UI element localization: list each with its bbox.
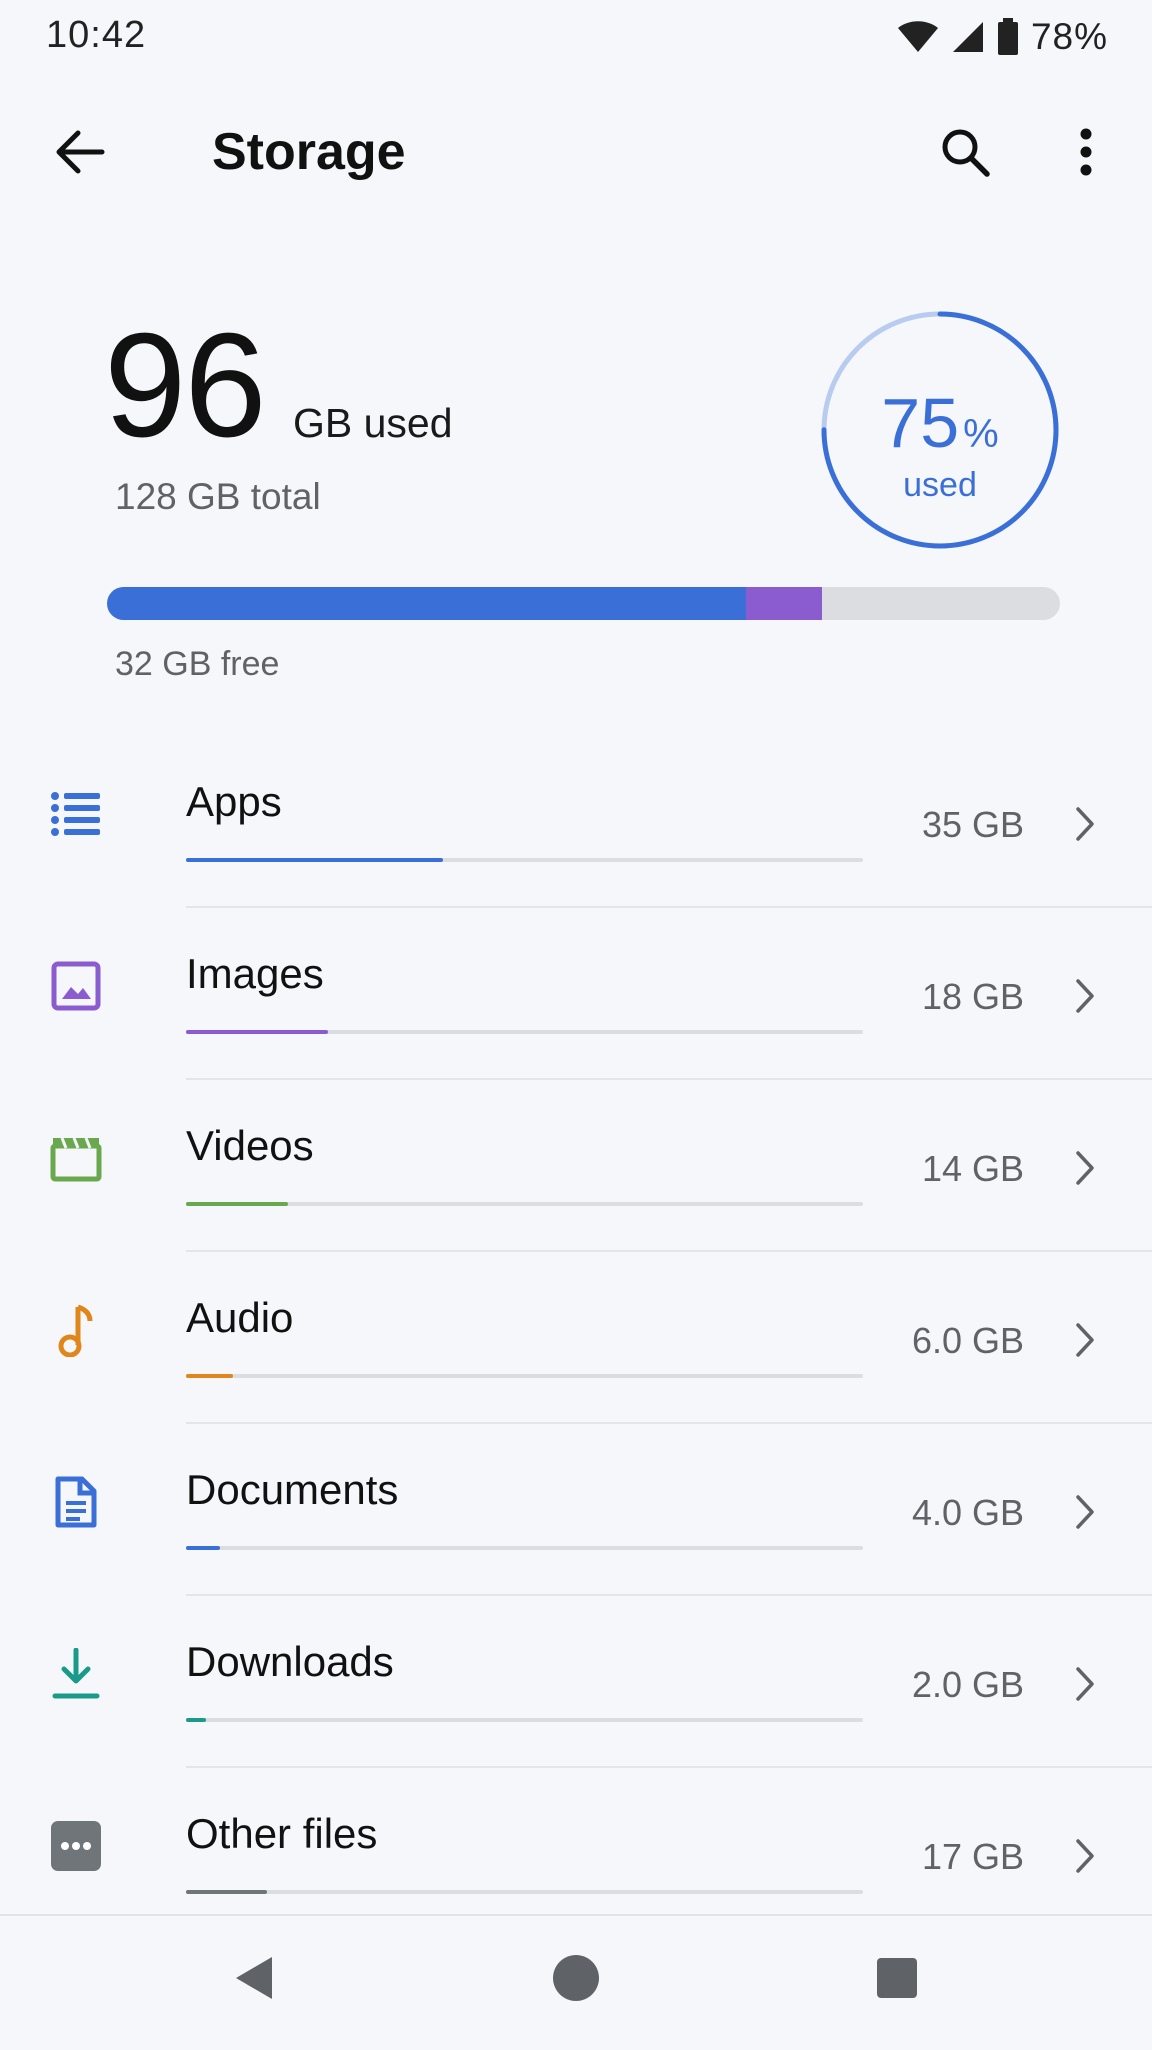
usage-percent-symbol: % <box>963 412 999 456</box>
back-button[interactable] <box>40 114 120 194</box>
status-bar: 10:42 78% <box>0 0 1152 72</box>
app-bar: Storage <box>0 100 1152 212</box>
search-icon <box>939 126 991 183</box>
more-options-button[interactable] <box>1046 114 1126 194</box>
category-label: Other files <box>186 1810 378 1857</box>
category-label: Videos <box>186 1122 314 1169</box>
category-row[interactable]: Apps 35 GB <box>0 736 1152 908</box>
category-label: Images <box>186 950 324 997</box>
category-usage-fill <box>186 1890 268 1894</box>
system-nav-bar <box>0 1914 1152 2050</box>
category-size: 35 GB <box>921 804 1024 845</box>
category-row[interactable]: Documents 4.0 GB <box>0 1424 1152 1596</box>
image-icon <box>48 958 104 1014</box>
category-label: Audio <box>186 1294 294 1341</box>
usage-percent-label: used <box>903 466 977 504</box>
usage-percent: 75% <box>818 383 1062 463</box>
category-row[interactable]: Audio 6.0 GB <box>0 1252 1152 1424</box>
category-size: 4.0 GB <box>911 1492 1024 1533</box>
free-storage: 32 GB free <box>115 645 280 683</box>
category-usage-fill <box>186 1546 220 1550</box>
category-usage-fill <box>186 1030 329 1034</box>
storage-bar-used <box>107 587 746 620</box>
category-usage-fill <box>186 1374 234 1378</box>
nav-home-button[interactable] <box>536 1940 616 2020</box>
category-usage-bar <box>186 1718 863 1722</box>
category-usage-fill <box>186 858 444 862</box>
chevron-right-icon <box>1065 1488 1105 1536</box>
status-time: 10:42 <box>46 14 147 56</box>
music-note-icon <box>48 1302 104 1358</box>
status-icons: 78% <box>897 16 1108 58</box>
category-usage-bar <box>186 1374 863 1378</box>
usage-ring: 75% used <box>818 308 1062 552</box>
category-usage-fill <box>186 1202 288 1206</box>
storage-bar-images <box>745 587 822 620</box>
signal-icon <box>951 20 985 54</box>
storage-bar <box>107 587 1060 620</box>
chevron-right-icon <box>1065 800 1105 848</box>
category-usage-bar <box>186 1890 863 1894</box>
category-row[interactable]: Videos 14 GB <box>0 1080 1152 1252</box>
arrow-back-icon <box>54 130 106 179</box>
category-list: Apps 35 GB Images 18 GB Videos 14 GB Audio 6… <box>0 736 1152 1940</box>
page-title: Storage <box>212 123 406 181</box>
download-icon <box>48 1646 104 1702</box>
category-usage-bar <box>186 1546 863 1550</box>
apps-list-icon <box>48 786 104 842</box>
category-row[interactable]: Images 18 GB <box>0 908 1152 1080</box>
movie-icon <box>48 1130 104 1186</box>
document-icon <box>48 1474 104 1530</box>
search-button[interactable] <box>925 114 1005 194</box>
chevron-right-icon <box>1065 1832 1105 1880</box>
nav-back-icon <box>234 1955 274 2006</box>
category-size: 6.0 GB <box>911 1320 1024 1361</box>
wifi-icon <box>897 20 939 54</box>
category-usage-bar <box>186 1202 863 1206</box>
chevron-right-icon <box>1065 1660 1105 1708</box>
category-size: 17 GB <box>921 1836 1024 1877</box>
used-value: 96 <box>104 303 267 468</box>
category-row[interactable]: Downloads 2.0 GB <box>0 1596 1152 1768</box>
category-size: 18 GB <box>921 976 1024 1017</box>
more-horiz-icon <box>48 1818 104 1874</box>
chevron-right-icon <box>1065 1316 1105 1364</box>
battery-icon <box>997 18 1019 56</box>
battery-percent: 78% <box>1030 16 1108 57</box>
used-unit: GB used <box>293 400 453 446</box>
category-usage-bar <box>186 858 863 862</box>
nav-back-button[interactable] <box>214 1940 294 2020</box>
nav-home-icon <box>552 1954 600 2007</box>
category-label: Apps <box>186 778 282 825</box>
chevron-right-icon <box>1065 1144 1105 1192</box>
category-usage-fill <box>186 1718 207 1722</box>
category-usage-bar <box>186 1030 863 1034</box>
total-storage: 128 GB total <box>115 476 321 517</box>
category-size: 2.0 GB <box>911 1664 1024 1705</box>
category-label: Downloads <box>186 1638 394 1685</box>
category-label: Documents <box>186 1466 399 1513</box>
nav-recents-button[interactable] <box>857 1940 937 2020</box>
chevron-right-icon <box>1065 972 1105 1020</box>
category-size: 14 GB <box>921 1148 1024 1189</box>
usage-percent-value: 75 <box>881 384 960 462</box>
more-vert-icon <box>1079 128 1093 181</box>
nav-recents-icon <box>876 1957 918 2004</box>
